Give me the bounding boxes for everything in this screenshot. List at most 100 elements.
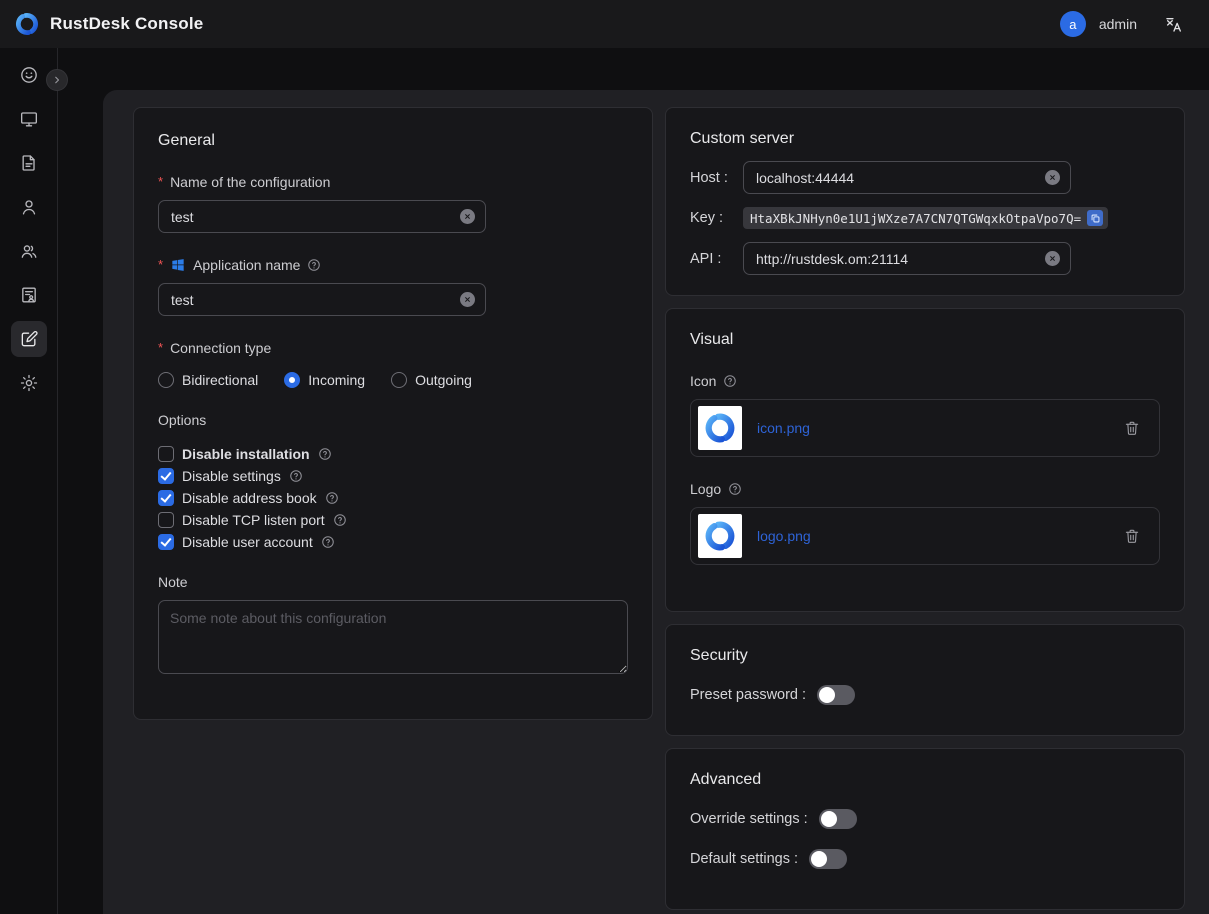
- windows-icon: [170, 257, 186, 273]
- general-card: General * Name of the configuration * Ap…: [133, 107, 653, 720]
- key-row: Key : HtaXBkJNHyn0e1U1jWXze7A7CN7QTGWqxk…: [690, 207, 1160, 229]
- help-icon[interactable]: [307, 258, 321, 272]
- sidebar-item-settings[interactable]: [11, 365, 47, 401]
- sidebar-item-logs[interactable]: [11, 145, 47, 181]
- radio-incoming[interactable]: Incoming: [284, 372, 365, 388]
- sidebar-item-client-generator[interactable]: [11, 321, 47, 357]
- host-input[interactable]: [754, 169, 1037, 187]
- right-column: Custom server Host : Key : HtaXBkJNHyn: [665, 107, 1185, 910]
- config-name-input[interactable]: [169, 208, 452, 226]
- option-disable-settings: Disable settings: [158, 468, 628, 484]
- monitor-icon: [19, 109, 39, 129]
- option-disable-user-account: Disable user account: [158, 534, 628, 550]
- preset-password-row: Preset password :: [690, 685, 1160, 705]
- sidebar-item-overview[interactable]: [11, 57, 47, 93]
- help-icon[interactable]: [728, 482, 742, 496]
- topbar: RustDesk Console a admin: [0, 0, 1209, 48]
- main-panel: General * Name of the configuration * Ap…: [103, 90, 1209, 914]
- checkbox-control[interactable]: [158, 490, 174, 506]
- note-label-row: Note: [158, 574, 628, 590]
- required-asterisk: *: [158, 343, 163, 353]
- checkbox-control[interactable]: [158, 468, 174, 484]
- content-area: General * Name of the configuration * Ap…: [58, 48, 1209, 914]
- copy-icon[interactable]: [1087, 210, 1103, 226]
- smiley-icon: [19, 65, 39, 85]
- icon-upload-label: Icon: [690, 373, 716, 389]
- connection-type-label: Connection type: [170, 340, 271, 356]
- app-name-label: Application name: [193, 257, 300, 273]
- default-settings-toggle[interactable]: [809, 849, 847, 869]
- icon-label-row: Icon: [690, 373, 1160, 389]
- checkbox-label[interactable]: Disable TCP listen port: [182, 512, 325, 528]
- config-name-field: [158, 200, 486, 233]
- app-name-field: [158, 283, 486, 316]
- note-textarea[interactable]: [158, 600, 628, 674]
- checkbox-label[interactable]: Disable settings: [182, 468, 281, 484]
- radio-label: Bidirectional: [182, 372, 258, 388]
- app-name-input[interactable]: [169, 291, 452, 309]
- icon-thumbnail: [698, 406, 742, 450]
- help-icon[interactable]: [333, 513, 347, 527]
- key-label: Key :: [690, 210, 743, 226]
- help-icon[interactable]: [723, 374, 737, 388]
- gear-icon: [19, 373, 39, 393]
- help-icon[interactable]: [318, 447, 332, 461]
- user-avatar[interactable]: a: [1060, 11, 1086, 37]
- config-name-label-row: * Name of the configuration: [158, 174, 628, 190]
- options-label-row: Options: [158, 412, 628, 428]
- checkbox-control[interactable]: [158, 512, 174, 528]
- clear-icon[interactable]: [460, 209, 475, 224]
- api-row: API :: [690, 242, 1160, 275]
- sidebar-collapse-button[interactable]: [46, 69, 68, 91]
- connection-type-label-row: * Connection type: [158, 340, 628, 356]
- options-list: Disable installation Disable settings Di…: [158, 446, 628, 550]
- logo-file-link[interactable]: logo.png: [757, 528, 811, 544]
- logo-thumbnail: [698, 514, 742, 558]
- clear-icon[interactable]: [1045, 170, 1060, 185]
- default-settings-row: Default settings :: [690, 849, 1160, 869]
- default-settings-label: Default settings :: [690, 851, 798, 867]
- api-input[interactable]: [754, 250, 1037, 268]
- username[interactable]: admin: [1099, 16, 1137, 32]
- options-label: Options: [158, 412, 206, 428]
- edit-icon: [19, 329, 39, 349]
- override-settings-toggle[interactable]: [819, 809, 857, 829]
- app-root: RustDesk Console a admin General: [0, 0, 1209, 914]
- checkbox-control[interactable]: [158, 534, 174, 550]
- checkbox-control[interactable]: [158, 446, 174, 462]
- help-icon[interactable]: [321, 535, 335, 549]
- checkbox-label[interactable]: Disable user account: [182, 534, 313, 550]
- radio-control[interactable]: [391, 372, 407, 388]
- preset-password-toggle[interactable]: [817, 685, 855, 705]
- license-icon: [19, 285, 39, 305]
- sidebar-item-groups[interactable]: [11, 233, 47, 269]
- help-icon[interactable]: [289, 469, 303, 483]
- clear-icon[interactable]: [1045, 251, 1060, 266]
- sidebar-item-users[interactable]: [11, 189, 47, 225]
- clear-icon[interactable]: [460, 292, 475, 307]
- security-title: Security: [690, 647, 1160, 665]
- translate-icon[interactable]: [1164, 15, 1183, 34]
- icon-file-row: icon.png: [690, 399, 1160, 457]
- visual-title: Visual: [690, 331, 1160, 349]
- topbar-right: a admin: [1060, 11, 1183, 37]
- radio-control[interactable]: [158, 372, 174, 388]
- config-name-label: Name of the configuration: [170, 174, 330, 190]
- radio-control[interactable]: [284, 372, 300, 388]
- sidebar-item-devices[interactable]: [11, 101, 47, 137]
- checkbox-label[interactable]: Disable installation: [182, 446, 310, 462]
- host-label: Host :: [690, 170, 743, 186]
- logo-label-row: Logo: [690, 481, 1160, 497]
- trash-icon[interactable]: [1123, 527, 1141, 545]
- logo-upload-label: Logo: [690, 481, 721, 497]
- help-icon[interactable]: [325, 491, 339, 505]
- sidebar-item-audit[interactable]: [11, 277, 47, 313]
- note-label: Note: [158, 574, 188, 590]
- icon-file-link[interactable]: icon.png: [757, 420, 810, 436]
- logo-file-row: logo.png: [690, 507, 1160, 565]
- chevron-right-icon: [51, 74, 63, 86]
- trash-icon[interactable]: [1123, 419, 1141, 437]
- radio-outgoing[interactable]: Outgoing: [391, 372, 472, 388]
- radio-bidirectional[interactable]: Bidirectional: [158, 372, 258, 388]
- checkbox-label[interactable]: Disable address book: [182, 490, 317, 506]
